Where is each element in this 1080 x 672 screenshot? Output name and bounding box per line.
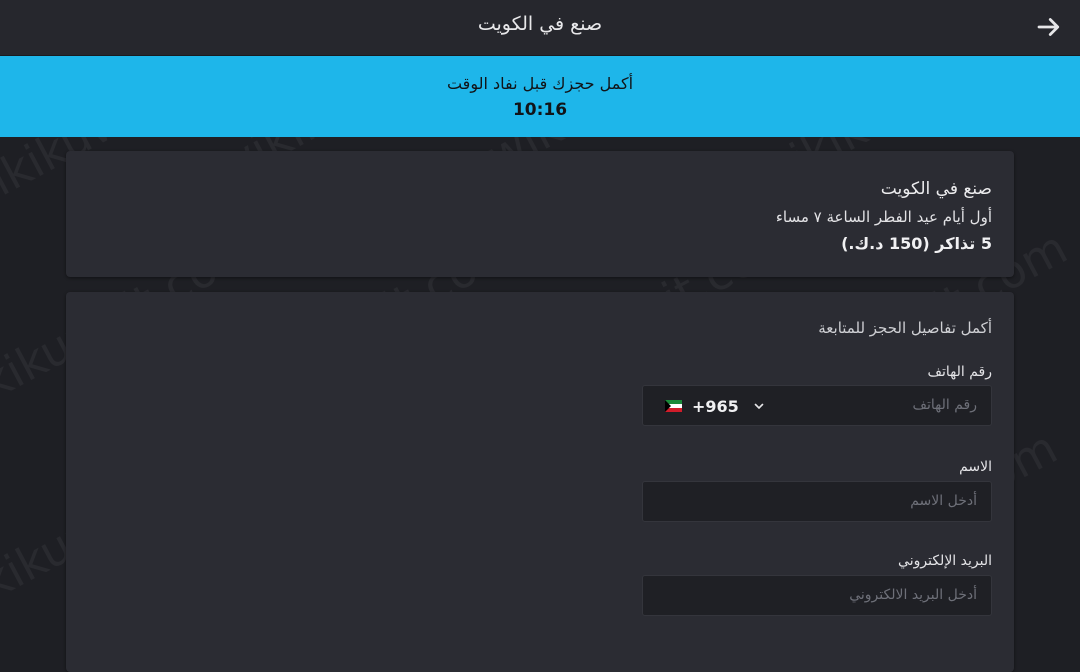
event-title: صنع في الكويت (880, 179, 992, 199)
country-code-selector[interactable]: +965 (665, 395, 765, 417)
form-heading: أكمل تفاصيل الحجز للمتابعة (818, 319, 992, 337)
name-input[interactable]: أدخل الاسم (910, 493, 977, 509)
ticket-summary: 5 تذاكر (150 د.ك.) (841, 234, 992, 253)
name-field[interactable]: أدخل الاسم (642, 481, 992, 522)
name-label: الاسم (959, 459, 992, 475)
back-button[interactable] (1034, 12, 1064, 42)
countdown-timer: 10:16 (512, 100, 568, 120)
arrow-right-icon (1037, 18, 1060, 36)
kuwait-flag-icon (665, 400, 682, 412)
app-bar: صنع في الكويت (0, 0, 1080, 56)
email-field[interactable]: أدخل البريد الالكتروني (642, 575, 992, 616)
email-label: البريد الإلكتروني (898, 553, 992, 569)
dial-code: +965 (692, 396, 739, 416)
booking-form-card: أكمل تفاصيل الحجز للمتابعة رقم الهاتف رق… (66, 292, 1014, 672)
phone-input[interactable]: رقم الهاتف (913, 397, 977, 413)
phone-field[interactable]: رقم الهاتف +965 (642, 385, 992, 426)
timer-message: أكمل حجزك قبل نفاد الوقت (446, 74, 634, 93)
chevron-down-icon (754, 403, 764, 409)
phone-label: رقم الهاتف (927, 364, 992, 380)
email-input[interactable]: أدخل البريد الالكتروني (849, 587, 977, 603)
timer-banner: أكمل حجزك قبل نفاد الوقت 10:16 (0, 56, 1080, 137)
event-date-time: أول أيام عيد الفطر الساعة ٧ مساء (775, 208, 992, 226)
page-title: صنع في الكويت (477, 13, 603, 35)
booking-summary-card: صنع في الكويت أول أيام عيد الفطر الساعة … (66, 151, 1014, 277)
